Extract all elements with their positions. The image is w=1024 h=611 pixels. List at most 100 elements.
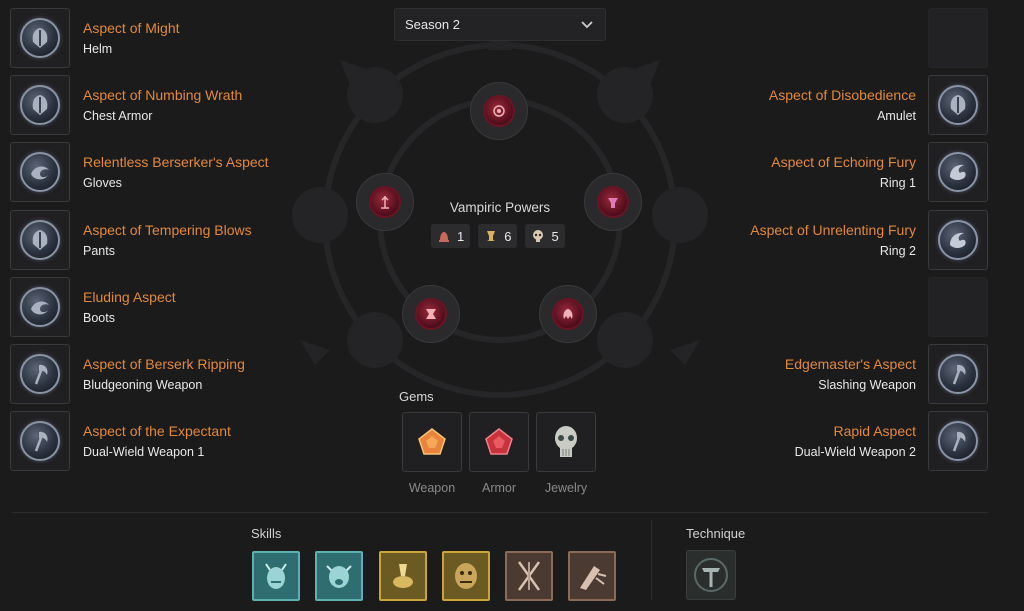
vampiric-counters: 1 6 5 [431,224,565,248]
vampiric-power-icon [483,95,515,127]
item-box-ring-1[interactable] [928,142,988,202]
vampiric-power-icon [552,298,584,330]
vampiric-power-icon [369,186,401,218]
aspect-name[interactable]: Aspect of Tempering Blows [83,222,252,238]
vampiric-power-node-top[interactable] [470,82,528,140]
slot-helm[interactable]: Aspect of Might Helm [10,8,180,68]
axe-aspect-icon [20,421,60,461]
skill-slot-6[interactable] [568,551,616,601]
slot-type: Gloves [83,176,122,190]
slot-type: Helm [83,42,113,56]
slot-slashing-weapon[interactable]: Edgemaster's Aspect Slashing Weapon [785,344,988,404]
slot-ring-2[interactable]: Aspect of Unrelenting Fury Ring 2 [750,210,988,270]
technique-label: Technique [686,526,746,541]
vampiric-power-node-bottom-left[interactable] [402,285,460,343]
aspect-name[interactable]: Aspect of Might [83,20,180,36]
axe-aspect-icon [938,354,978,394]
skills-label: Skills [251,526,282,541]
red-gem-icon [485,428,513,455]
item-box-chest-armor[interactable] [10,75,70,135]
skill-slot-5[interactable] [505,551,553,601]
slot-amulet[interactable]: Aspect of Disobedience Amulet [769,75,988,135]
dragon-aspect-icon [938,220,978,260]
orange-gem-icon [418,428,446,455]
skull-mask-icon [533,230,544,242]
dragon-aspect-icon [938,152,978,192]
vampiric-power-icon [597,186,629,218]
item-box-boots[interactable] [10,277,70,337]
item-box-slashing-weapon[interactable] [928,344,988,404]
gem-slot-armor[interactable] [469,412,529,472]
counter-value: 5 [551,228,559,244]
technique-slot[interactable] [686,550,736,600]
slot-pants[interactable]: Aspect of Tempering Blows Pants [10,210,252,270]
vampiric-power-node-right[interactable] [584,173,642,231]
slot-type: Amulet [877,109,916,123]
war-cry-skill-icon [393,564,413,588]
item-box-dual-wield-weapon-1[interactable] [10,411,70,471]
empty-slot-right [928,277,988,337]
slot-type: Ring 2 [879,244,916,258]
section-divider-vertical [651,520,652,600]
roaring-face-skill-icon [326,565,352,588]
aspect-name[interactable]: Relentless Berserker's Aspect [83,154,269,170]
vampiric-power-node-bottom-right[interactable] [539,285,597,343]
empty-slot-top-right [928,8,988,68]
item-box-pants[interactable] [10,210,70,270]
slot-dual-wield-weapon-2[interactable]: Rapid Aspect Dual-Wield Weapon 2 [795,411,988,471]
aspect-name[interactable]: Aspect of Berserk Ripping [83,356,245,372]
item-box-gloves[interactable] [10,142,70,202]
chevron-down-icon [581,20,593,28]
serpent-aspect-icon [20,287,60,327]
slot-bludgeoning-weapon[interactable]: Aspect of Berserk Ripping Bludgeoning Wea… [10,344,245,404]
slot-ring-1[interactable]: Aspect of Echoing Fury Ring 1 [771,142,988,202]
counter-value: 1 [457,228,465,244]
slot-dual-wield-weapon-1[interactable]: Aspect of the Expectant Dual-Wield Weapon… [10,411,231,471]
item-box-dual-wield-weapon-2[interactable] [928,411,988,471]
item-box-bludgeoning-weapon[interactable] [10,344,70,404]
gem-slot-jewelry[interactable] [536,412,596,472]
slot-type: Dual-Wield Weapon 2 [794,445,916,459]
gem-slot-weapon[interactable] [402,412,462,472]
gems-label: Gems [399,389,434,404]
slot-type: Ring 1 [879,176,916,190]
vampiric-power-node-left[interactable] [356,173,414,231]
item-box-amulet[interactable] [928,75,988,135]
shield-aspect-icon [20,85,60,125]
gem-caption: Jewelry [544,481,588,495]
season-select[interactable]: Season 2 [394,8,606,41]
aspect-name[interactable]: Eluding Aspect [83,289,176,305]
slot-chest-armor[interactable]: Aspect of Numbing Wrath Chest Armor [10,75,242,135]
skill-slot-4[interactable] [442,551,490,601]
season-select-value: Season 2 [405,17,460,32]
skill-slot-3[interactable] [379,551,427,601]
slot-type: Chest Armor [83,109,153,123]
shield-aspect-icon [938,85,978,125]
aspect-name[interactable]: Aspect of Unrelenting Fury [750,222,916,238]
helm-aspect-icon [20,18,60,58]
skill-slot-2[interactable] [315,551,363,601]
slot-type: Boots [83,311,115,325]
aspect-name[interactable]: Aspect of the Expectant [83,423,231,439]
item-box-helm[interactable] [10,8,70,68]
counter-skull-mask: 5 [525,224,565,248]
berserk-face-skill-icon [455,563,477,589]
slot-boots[interactable]: Eluding Aspect Boots [10,277,176,337]
aspect-name[interactable]: Aspect of Echoing Fury [771,154,916,170]
aspect-name[interactable]: Edgemaster's Aspect [785,356,916,372]
slot-type: Pants [83,244,115,258]
vampiric-power-icon [415,298,447,330]
counter-chalice: 6 [478,224,518,248]
counter-bloody-bell: 1 [431,224,471,248]
gem-caption: Weapon [408,481,456,495]
crossed-blades-skill-icon [517,561,541,591]
slot-gloves[interactable]: Relentless Berserker's Aspect Gloves [10,142,269,202]
slot-type: Dual-Wield Weapon 1 [83,445,205,459]
item-box-ring-2[interactable] [928,210,988,270]
aspect-name[interactable]: Rapid Aspect [834,423,917,439]
aspect-name[interactable]: Aspect of Disobedience [769,87,916,103]
aspect-name[interactable]: Aspect of Numbing Wrath [83,87,242,103]
skill-slot-1[interactable] [252,551,300,601]
counter-value: 6 [504,228,512,244]
bloody-bell-icon [439,232,449,242]
